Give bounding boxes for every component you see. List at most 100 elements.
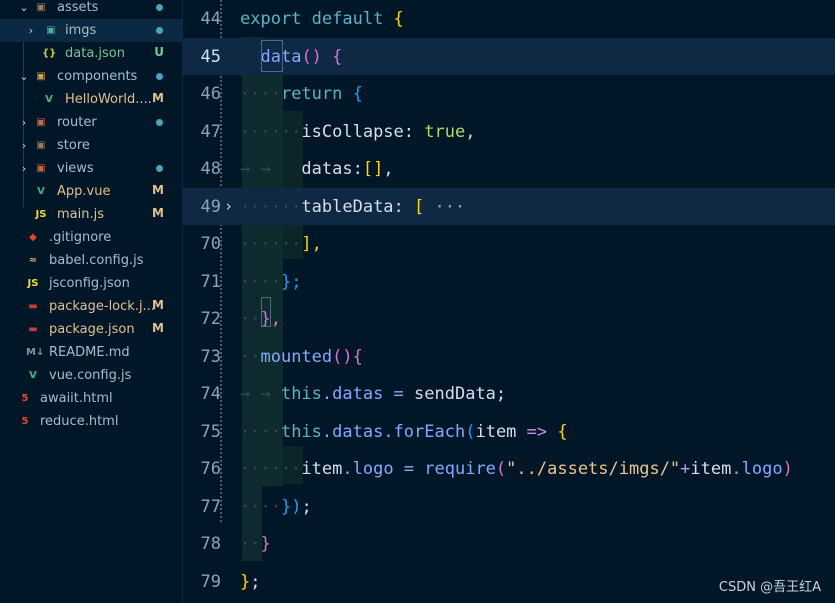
npm-file-icon: ▬ xyxy=(28,324,38,335)
code-token: .logo = xyxy=(342,459,425,479)
code-token: this xyxy=(280,421,322,442)
code-text: → → datas:[], xyxy=(240,159,394,179)
code-line[interactable]: 72 ··}, xyxy=(183,300,835,337)
tree-file-item[interactable]: V App.vue M xyxy=(0,180,182,203)
git-status-dot xyxy=(156,4,163,11)
tree-file-item[interactable]: ▬ package-lock.j... M xyxy=(0,295,182,318)
code-token: require xyxy=(424,459,496,479)
git-status-dot xyxy=(156,119,163,126)
line-number: 44 xyxy=(200,9,221,29)
code-token: item xyxy=(690,459,732,479)
bracket-match-highlight xyxy=(261,297,271,327)
tree-file-item[interactable]: ◆ .gitignore xyxy=(0,226,182,249)
code-token: "../assets/imgs/" xyxy=(506,459,681,479)
code-token: ( xyxy=(495,459,507,479)
whitespace-marker: ···· xyxy=(240,271,281,292)
store-folder-icon: ▣ xyxy=(36,140,46,151)
line-number: 71 xyxy=(200,271,221,292)
code-token: datas xyxy=(280,159,353,179)
code-line[interactable]: 71 ····}; xyxy=(183,263,835,300)
tree-file-item[interactable]: V HelloWorld.... M xyxy=(0,88,182,111)
tree-item-label: HelloWorld.... xyxy=(65,92,152,107)
npm-file-icon: ▬ xyxy=(28,301,38,312)
code-line[interactable]: 49 › ······tableData: [ ··· xyxy=(183,187,835,225)
git-status-badge: M xyxy=(152,183,164,197)
whitespace-marker: ······ xyxy=(240,121,302,142)
components-folder-icon: ▣ xyxy=(36,71,46,82)
code-line[interactable]: 74 → → this.datas = sendData; xyxy=(183,375,835,412)
code-line[interactable]: 75 ····this.datas.forEach(item => { xyxy=(183,413,835,450)
code-text: ··} xyxy=(240,534,271,554)
chevron-down-icon[interactable]: ⌄ xyxy=(18,1,30,14)
code-line[interactable]: 76 ······item.logo = require("../assets/i… xyxy=(183,450,835,487)
chevron-right-icon[interactable]: › xyxy=(25,24,37,37)
code-text: ····}); xyxy=(240,497,312,517)
code-editor[interactable]: 44 export default { 45 data() { 46 ····retur… xyxy=(183,0,835,603)
git-status-dot xyxy=(156,165,163,172)
tree-item-label: main.js xyxy=(57,207,104,222)
whitespace-marker: ·· xyxy=(240,309,261,329)
chevron-right-icon[interactable]: › xyxy=(18,162,30,175)
tree-folder-item[interactable]: › ▣ imgs xyxy=(0,19,182,42)
line-number: 72 xyxy=(200,309,221,329)
code-text: data() { xyxy=(240,47,342,67)
code-line[interactable]: 44 export default { xyxy=(183,0,835,37)
code-token: item xyxy=(301,459,343,479)
code-token: item xyxy=(475,421,517,442)
tree-file-item[interactable]: ≈ babel.config.js xyxy=(0,249,182,272)
code-line[interactable]: 77 ····}); xyxy=(183,488,835,525)
code-line[interactable]: 78 ··} xyxy=(183,525,835,562)
chevron-right-icon[interactable]: › xyxy=(18,116,30,129)
tree-file-item[interactable]: 5 awaiit.html xyxy=(0,387,182,410)
views-folder-icon: ▣ xyxy=(36,163,46,174)
tree-folder-item[interactable]: ⌄ ▣ components xyxy=(0,65,182,88)
code-token: : xyxy=(393,196,415,217)
tree-item-label: vue.config.js xyxy=(49,368,132,383)
tree-folder-item[interactable]: › ▣ store xyxy=(0,134,182,157)
tree-file-item[interactable]: M↓ README.md xyxy=(0,341,182,364)
tree-folder-item[interactable]: ⌄ ▣ assets xyxy=(0,0,182,19)
whitespace-marker: ···· xyxy=(240,84,281,104)
tree-item-label: imgs xyxy=(65,23,97,38)
code-text: export default { xyxy=(240,9,404,29)
tree-item-label: store xyxy=(57,138,90,153)
tree-folder-item[interactable]: › ▣ views xyxy=(0,157,182,180)
code-token: [] xyxy=(362,159,384,179)
bracket-match-highlight xyxy=(261,40,283,72)
code-line[interactable]: 73 ··mounted(){ xyxy=(183,338,835,375)
code-line[interactable]: 47 ······isCollapse: true, xyxy=(183,113,835,150)
tree-file-item[interactable]: ▬ package.json M xyxy=(0,318,182,341)
tree-file-item[interactable]: Vvue.config.js xyxy=(0,364,182,387)
code-line[interactable]: 70 ······], xyxy=(183,225,835,262)
vue-file-icon: V xyxy=(45,94,53,105)
html-file-icon: 5 xyxy=(21,393,29,404)
line-number: 45 xyxy=(200,46,221,67)
tree-item-label: assets xyxy=(57,0,99,15)
jsconfig-file-icon: JS xyxy=(27,278,39,289)
code-token: default xyxy=(301,9,394,29)
line-number: 78 xyxy=(200,534,221,554)
tree-item-label: .gitignore xyxy=(49,230,112,245)
code-text: ······isCollapse: true, xyxy=(240,122,475,142)
code-line[interactable]: 48 → → datas:[], xyxy=(183,150,835,187)
chevron-down-icon[interactable]: ⌄ xyxy=(18,70,30,83)
code-line[interactable]: 46 ····return { xyxy=(183,75,835,112)
chevron-right-icon[interactable]: › xyxy=(18,139,30,152)
code-token: sendData xyxy=(414,384,496,404)
tree-item-label: README.md xyxy=(49,345,130,360)
code-token: => xyxy=(516,421,558,442)
code-text: ····return { xyxy=(240,84,363,104)
code-token: ; xyxy=(250,571,261,592)
tree-file-item[interactable]: {} data.json U xyxy=(0,42,182,65)
folder-icon: ▣ xyxy=(36,2,46,13)
git-status-badge: M xyxy=(152,298,164,312)
code-text: ··mounted(){ xyxy=(240,347,363,367)
tree-file-item[interactable]: JS jsconfig.json xyxy=(0,272,182,295)
tree-folder-item[interactable]: › ▣ router xyxy=(0,111,182,134)
images-folder-icon: ▣ xyxy=(46,25,56,36)
code-token: this xyxy=(280,384,322,404)
tree-file-item[interactable]: 5 reduce.html xyxy=(0,410,182,433)
fold-chevron-icon[interactable]: › xyxy=(224,197,233,215)
tree-file-item[interactable]: JS main.js M xyxy=(0,203,182,226)
code-token: { xyxy=(393,9,404,29)
